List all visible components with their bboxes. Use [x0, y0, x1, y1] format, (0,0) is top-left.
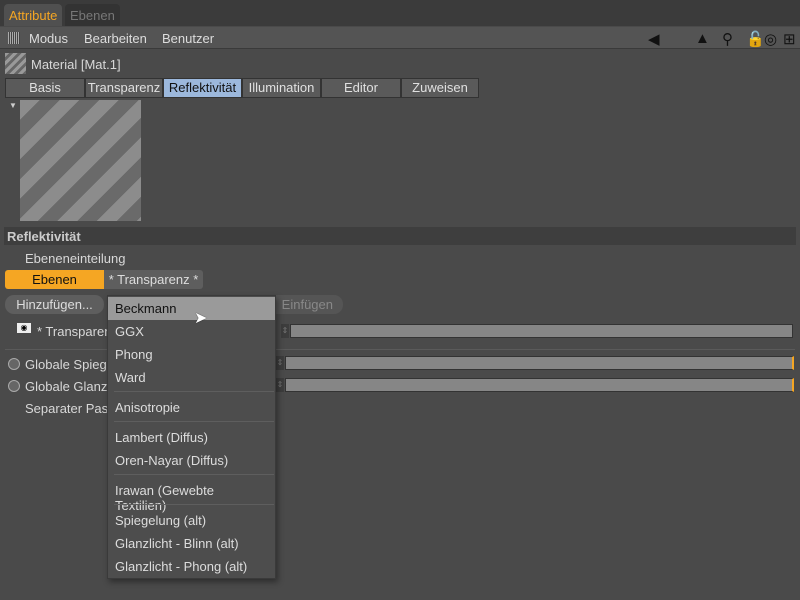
global-spec-radio[interactable] [8, 358, 20, 370]
menu-separator [114, 474, 274, 475]
global-gloss-slider[interactable] [285, 378, 794, 392]
menu-item-ggx[interactable]: GGX [108, 320, 275, 343]
dropdown-menu: Beckmann GGX Phong Ward Anisotropie Lamb… [107, 295, 276, 579]
menu-modus[interactable]: Modus [29, 31, 68, 46]
global-spec-slider[interactable] [285, 356, 794, 370]
layers-button[interactable]: Ebenen [5, 270, 104, 289]
eye-icon[interactable]: ◉ [17, 323, 31, 333]
back-arrow-icon[interactable]: ◀ [648, 30, 660, 48]
menu-item-lambert[interactable]: Lambert (Diffus) [108, 426, 275, 449]
global-spec-spinner[interactable]: ⇕ [276, 356, 284, 370]
tab-attribute[interactable]: Attribute [4, 4, 63, 26]
menu-item-anisotropie[interactable]: Anisotropie [108, 396, 275, 419]
new-panel-icon[interactable]: ⊞ [783, 30, 796, 48]
menu-item-beckmann[interactable]: Beckmann [108, 297, 275, 320]
tab-editor[interactable]: Editor [321, 78, 401, 98]
tab-zuweisen[interactable]: Zuweisen [401, 78, 479, 98]
global-gloss-radio[interactable] [8, 380, 20, 392]
tab-illumination[interactable]: Illumination [242, 78, 321, 98]
tab-ebenen[interactable]: Ebenen [65, 4, 120, 26]
search-icon[interactable]: ⚲ [722, 30, 733, 48]
panel-tabbar: Attribute Ebenen [0, 0, 800, 26]
mouse-cursor-icon: ➤ [194, 310, 208, 327]
tab-reflektivitaet[interactable]: Reflektivität [163, 78, 242, 98]
add-button[interactable]: Hinzufügen... [5, 295, 104, 314]
separate-pass-label: Separater Pass [25, 401, 115, 416]
layer-spinner[interactable]: ⇕ [281, 324, 289, 338]
menu-benutzer[interactable]: Benutzer [162, 31, 214, 46]
menu-item-irawan[interactable]: Irawan (Gewebte Textilien) [108, 479, 275, 513]
menu-item-phong-alt[interactable]: Glanzlicht - Phong (alt) [108, 555, 275, 578]
material-title: Material [Mat.1] [31, 57, 121, 72]
collapse-arrow-icon[interactable]: ▼ [9, 101, 17, 110]
transparency-layer-button[interactable]: * Transparenz * [104, 270, 203, 289]
layer-label: Ebeneneinteilung [25, 251, 126, 266]
up-arrow-icon[interactable]: ▲ [695, 30, 710, 47]
menu-item-ward[interactable]: Ward [108, 366, 275, 389]
paste-button[interactable]: Einfügen [265, 295, 343, 314]
menu-item-blinn[interactable]: Glanzlicht - Blinn (alt) [108, 532, 275, 555]
layer-row-label: * Transparenz [37, 324, 118, 339]
target-icon[interactable]: ◎ [764, 30, 777, 48]
menu-item-spiegelung[interactable]: Spiegelung (alt) [108, 509, 275, 532]
menubar: Modus Bearbeiten Benutzer ◀ ▲ ⚲ 🔓 ◎ ⊞ [0, 27, 800, 49]
menu-separator [114, 504, 274, 505]
layer-slider[interactable] [290, 324, 793, 338]
menu-separator [114, 421, 274, 422]
tab-transparenz[interactable]: Transparenz [85, 78, 163, 98]
material-icon [5, 53, 26, 74]
menu-item-oren-nayar[interactable]: Oren-Nayar (Diffus) [108, 449, 275, 472]
menu-bearbeiten[interactable]: Bearbeiten [84, 31, 147, 46]
menu-separator [114, 391, 274, 392]
material-preview [20, 100, 141, 221]
lock-icon[interactable]: 🔓 [746, 30, 765, 48]
section-header: Reflektivität [4, 227, 796, 245]
tab-basis[interactable]: Basis [5, 78, 85, 98]
grip-icon [8, 32, 20, 44]
menu-item-phong[interactable]: Phong [108, 343, 275, 366]
global-gloss-spinner[interactable]: ⇕ [276, 378, 284, 392]
